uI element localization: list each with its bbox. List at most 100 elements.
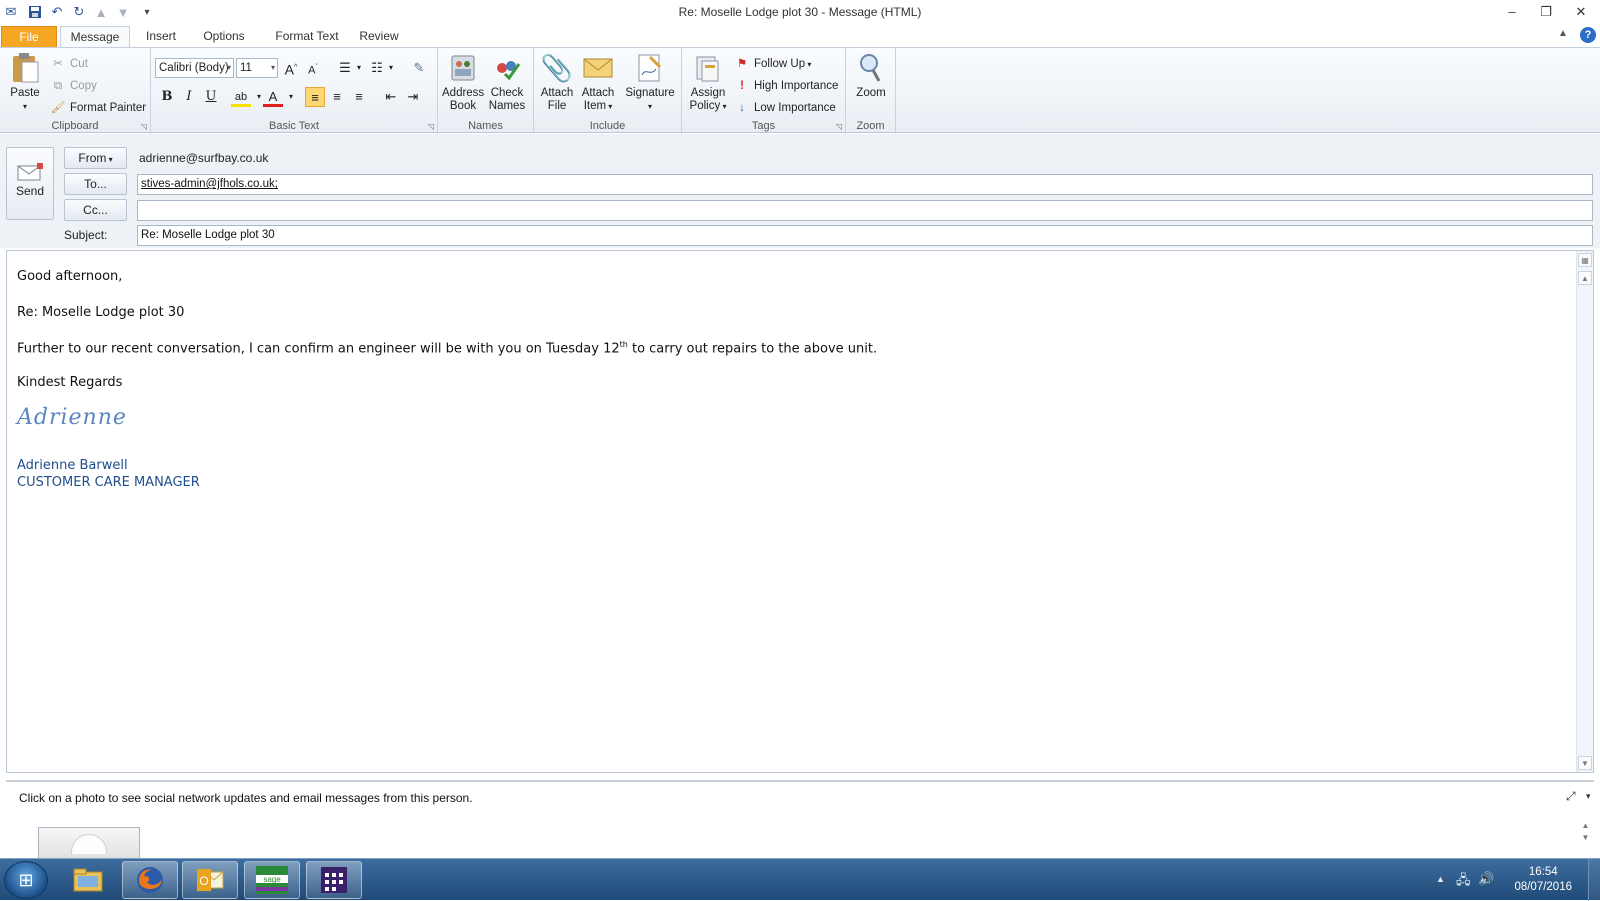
people-pane-scrollbar[interactable]: ▲ ▼ bbox=[1577, 820, 1594, 858]
increase-indent-icon[interactable]: ⇥ bbox=[403, 87, 423, 107]
font-size-combo[interactable]: 11 ▾ bbox=[236, 58, 278, 78]
tab-file[interactable]: File bbox=[1, 26, 57, 48]
assign-policy-icon bbox=[692, 52, 724, 84]
italic-icon[interactable]: I bbox=[179, 87, 199, 107]
show-hidden-icons-icon[interactable]: ▲ bbox=[1436, 874, 1445, 884]
scroll-down-icon[interactable]: ▼ bbox=[1578, 756, 1592, 770]
volume-icon[interactable]: 🔊 bbox=[1478, 871, 1494, 887]
svg-text:O: O bbox=[199, 874, 208, 888]
attach-item-button[interactable]: Attach Item ▾ bbox=[578, 52, 618, 113]
start-button[interactable]: ⊞ bbox=[4, 861, 48, 899]
help-icon[interactable]: ? bbox=[1580, 27, 1596, 43]
address-book-button[interactable]: Address Book bbox=[442, 52, 484, 113]
expand-pane-icon[interactable]: ⤢ bbox=[1566, 789, 1576, 804]
to-button[interactable]: To... bbox=[64, 173, 127, 195]
font-name-combo[interactable]: Calibri (Body) ▾ bbox=[155, 58, 234, 78]
chevron-down-icon: ▾ bbox=[226, 63, 231, 72]
styles-icon[interactable]: ✎ bbox=[409, 58, 429, 78]
sage-taskbar-icon[interactable]: sage bbox=[244, 861, 300, 899]
redo-icon[interactable]: ↻ bbox=[70, 3, 88, 21]
explorer-taskbar-icon[interactable] bbox=[60, 861, 116, 899]
scroll-up-icon[interactable]: ▲ bbox=[1578, 271, 1592, 285]
attach-file-button[interactable]: 📎 Attach File bbox=[538, 52, 576, 113]
previous-item-icon[interactable]: ▲ bbox=[92, 3, 110, 21]
chevron-down-icon[interactable]: ▾ bbox=[281, 87, 301, 107]
decrease-indent-icon[interactable]: ⇤ bbox=[381, 87, 401, 107]
chevron-down-icon[interactable]: ▾ bbox=[349, 58, 369, 78]
tab-options[interactable]: Options bbox=[196, 26, 252, 48]
paste-button[interactable]: Paste ▾ bbox=[4, 52, 46, 113]
minimize-button[interactable]: – bbox=[1497, 2, 1527, 22]
check-names-label-line2: Names bbox=[488, 100, 526, 112]
paperclip-icon: 📎 bbox=[540, 52, 574, 83]
collapse-ribbon-icon[interactable]: ▲ bbox=[1558, 28, 1568, 39]
grow-font-icon[interactable]: A^ bbox=[281, 58, 301, 78]
cc-field[interactable] bbox=[137, 200, 1593, 221]
tags-launcher-icon[interactable]: ◹ bbox=[836, 122, 842, 131]
show-desktop-button[interactable] bbox=[1588, 859, 1600, 901]
align-left-icon[interactable]: ≡ bbox=[305, 87, 325, 107]
from-button[interactable]: From ▾ bbox=[64, 147, 127, 169]
restore-button[interactable]: ❐ bbox=[1531, 2, 1561, 22]
low-importance-button[interactable]: ↓ Low Importance bbox=[734, 98, 836, 118]
chevron-down-icon[interactable]: ▾ bbox=[381, 58, 401, 78]
address-book-label-line2: Book bbox=[449, 100, 477, 112]
firefox-taskbar-icon[interactable] bbox=[122, 861, 178, 899]
taskbar-clock[interactable]: 16:54 08/07/2016 bbox=[1514, 865, 1572, 895]
rulers-icon[interactable]: ▦ bbox=[1578, 253, 1592, 267]
next-item-icon[interactable]: ▼ bbox=[114, 3, 132, 21]
highlight-icon[interactable]: ab bbox=[231, 87, 251, 107]
to-recipient[interactable]: stives-admin@jfhols.co.uk; bbox=[141, 178, 278, 190]
bold-icon[interactable]: B bbox=[157, 87, 177, 107]
tab-review[interactable]: Review bbox=[354, 26, 404, 48]
vertical-scrollbar[interactable]: ▦ ▲ ▼ bbox=[1576, 251, 1593, 772]
cut-button[interactable]: ✂ Cut bbox=[50, 54, 88, 74]
tab-insert[interactable]: Insert bbox=[136, 26, 186, 48]
underline-icon[interactable]: U bbox=[201, 87, 221, 107]
ordinal-suffix: th bbox=[619, 340, 628, 349]
align-center-icon[interactable]: ≡ bbox=[327, 87, 347, 107]
send-button[interactable]: Send bbox=[6, 147, 54, 220]
message-body[interactable]: Good afternoon, Re: Moselle Lodge plot 3… bbox=[6, 250, 1594, 773]
from-label: From bbox=[78, 151, 107, 165]
cut-label: Cut bbox=[70, 58, 88, 70]
signature-button[interactable]: Signature ▾ bbox=[622, 52, 678, 113]
cc-button[interactable]: Cc... bbox=[64, 199, 127, 221]
tab-message[interactable]: Message bbox=[60, 26, 130, 49]
follow-up-button[interactable]: ⚑ Follow Up ▾ bbox=[734, 54, 812, 74]
font-size-value: 11 bbox=[240, 62, 252, 74]
shrink-font-icon[interactable]: Aˇ bbox=[303, 58, 323, 78]
font-color-icon[interactable]: A bbox=[263, 87, 283, 107]
clipboard-launcher-icon[interactable]: ◹ bbox=[141, 122, 147, 131]
assign-policy-label-line1: Assign bbox=[690, 87, 726, 99]
chevron-down-icon[interactable]: ▾ bbox=[1586, 791, 1591, 802]
calendar-app-taskbar-icon[interactable] bbox=[306, 861, 362, 899]
envelope-icon bbox=[582, 52, 614, 84]
customize-toolbar-icon[interactable]: ▾ bbox=[138, 3, 156, 21]
high-importance-button[interactable]: ! High Importance bbox=[734, 76, 838, 96]
save-icon[interactable] bbox=[26, 3, 44, 21]
windows-taskbar: ⊞ O sage ▲ 🖧 🔊 16:54 08/07/2016 bbox=[0, 858, 1600, 901]
signature-name: Adrienne Barwell bbox=[17, 458, 128, 473]
basic-text-launcher-icon[interactable]: ◹ bbox=[428, 122, 434, 131]
paste-icon bbox=[9, 52, 41, 84]
contact-photo-placeholder[interactable] bbox=[38, 827, 140, 858]
check-names-button[interactable]: Check Names bbox=[486, 52, 528, 113]
format-painter-button[interactable]: 🖌 Format Painter bbox=[50, 98, 146, 118]
tab-format-text[interactable]: Format Text bbox=[266, 26, 348, 48]
outlook-taskbar-icon[interactable]: O bbox=[182, 861, 238, 899]
close-button[interactable]: ✕ bbox=[1566, 2, 1596, 22]
to-field[interactable]: stives-admin@jfhols.co.uk; bbox=[137, 174, 1593, 195]
undo-icon[interactable]: ↶ bbox=[48, 3, 66, 21]
zoom-label: Zoom bbox=[856, 87, 886, 99]
person-silhouette-icon bbox=[71, 834, 107, 854]
align-right-icon[interactable]: ≡ bbox=[349, 87, 369, 107]
assign-policy-button[interactable]: Assign Policy ▾ bbox=[686, 52, 730, 113]
outlook-app-icon[interactable]: ✉ bbox=[2, 3, 20, 21]
clipboard-group-label: Clipboard bbox=[51, 120, 99, 132]
subject-field[interactable]: Re: Moselle Lodge plot 30 bbox=[137, 225, 1593, 246]
zoom-group-label: Zoom bbox=[856, 120, 885, 132]
zoom-button[interactable]: Zoom bbox=[850, 52, 892, 100]
network-icon[interactable]: 🖧 bbox=[1456, 871, 1471, 893]
copy-button[interactable]: ⧉ Copy bbox=[50, 76, 97, 96]
